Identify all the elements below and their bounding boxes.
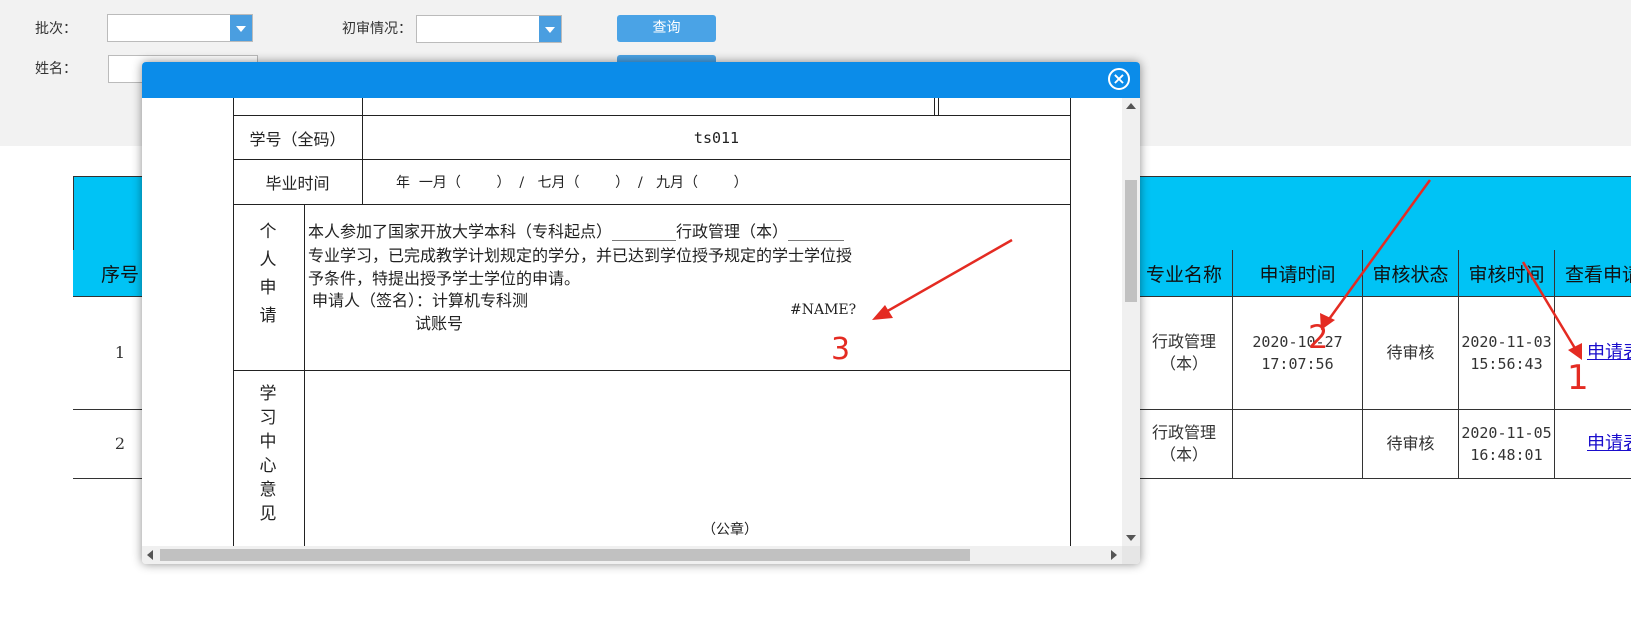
- annotation-arrow-3: [883, 238, 1013, 315]
- annotation-arrow-2: [1325, 179, 1432, 323]
- annotation-arrow-1: [1521, 261, 1578, 351]
- annotation-label-2: 2: [1308, 318, 1329, 356]
- annotation-label-1: 1: [1567, 358, 1589, 398]
- annotation-arrowhead-3: [872, 305, 893, 320]
- annotation-overlay: [872, 179, 1582, 360]
- annotation-label-3: 3: [831, 332, 851, 367]
